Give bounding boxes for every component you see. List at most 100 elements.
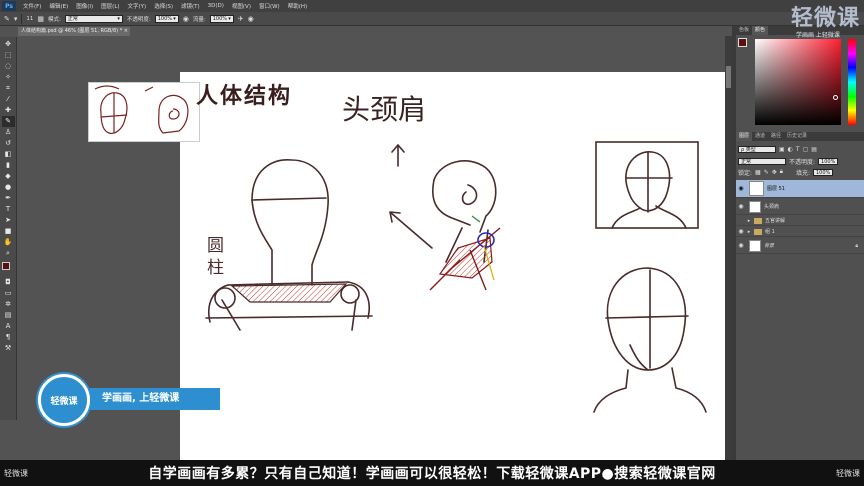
history-brush-icon[interactable]: ↺	[2, 138, 15, 149]
filter-smart-icon[interactable]: ▤	[811, 146, 817, 153]
caret-right-icon[interactable]: ▸	[746, 229, 752, 235]
tab-color[interactable]: 颜色	[752, 26, 769, 35]
pen-tool-icon[interactable]: ✒	[2, 193, 15, 204]
hue-slider[interactable]	[848, 39, 856, 125]
menu-image[interactable]: 图像(I)	[72, 2, 97, 10]
tool-presets-icon[interactable]: ⚒	[2, 343, 15, 354]
canvas[interactable]	[180, 72, 730, 460]
dropdown-arrow-icon[interactable]: ▾	[14, 15, 18, 23]
lock-brush-icon[interactable]: ✎	[764, 169, 769, 176]
flow-field[interactable]: 100% ▾	[209, 14, 234, 23]
gradient-tool-icon[interactable]: ▮	[2, 160, 15, 171]
fill-field[interactable]: 100%	[813, 168, 833, 176]
brush-tool-icon[interactable]: ✎	[4, 15, 10, 23]
watermark-logo: 轻微课	[791, 6, 861, 31]
layer-row[interactable]: ◉ 头颈肩	[736, 199, 864, 215]
type-tool-icon[interactable]: T	[2, 204, 15, 215]
tab-paths[interactable]: 路径	[768, 132, 784, 141]
layer-kind-filter[interactable]: ρ 类型	[738, 145, 776, 153]
menu-3d[interactable]: 3D(D)	[204, 3, 228, 9]
dodge-tool-icon[interactable]: ●	[2, 182, 15, 193]
menu-edit[interactable]: 编辑(E)	[45, 2, 72, 10]
extra-tool-icon[interactable]: ✲	[2, 299, 15, 310]
caret-right-icon[interactable]: ▸	[746, 218, 752, 224]
stack-tool-icon[interactable]: ▤	[2, 310, 15, 321]
blend-mode-select[interactable]: 正常	[738, 157, 786, 165]
filter-pixel-icon[interactable]: ▣	[779, 146, 785, 153]
filter-adjust-icon[interactable]: ◐	[788, 146, 793, 153]
marquee-tool-icon[interactable]: ⬚	[2, 50, 15, 61]
screen-mode-icon[interactable]: ▭	[2, 288, 15, 299]
opacity-field[interactable]: 100% ▾	[154, 14, 179, 23]
layer-row[interactable]: ◉ 图层 51	[736, 180, 864, 198]
canvas-label-cylinder: 圆柱	[207, 236, 224, 278]
tab-layers[interactable]: 图层	[736, 132, 753, 141]
filter-type-icon[interactable]: T	[796, 146, 800, 153]
tab-swatches[interactable]: 色板	[736, 26, 752, 35]
eyedropper-tool-icon[interactable]: ⁄	[2, 94, 15, 105]
move-tool-icon[interactable]: ✥	[2, 39, 15, 50]
color-picker-marker[interactable]	[833, 95, 838, 100]
path-select-tool-icon[interactable]: ➤	[2, 215, 15, 226]
menu-file[interactable]: 文件(F)	[19, 2, 45, 10]
vertical-scrollbar[interactable]	[725, 36, 732, 460]
toolbox: ✥ ⬚ ◌ ✧ ⌗ ⁄ ✚ ✎ ♙ ↺ ◧ ▮ ◆ ● ✒ T ➤ ■ ✋ ⌕ …	[0, 37, 17, 420]
scrollbar-thumb[interactable]	[726, 66, 731, 88]
layer-opacity-field[interactable]: 100%	[818, 157, 839, 165]
stamp-tool-icon[interactable]: ♙	[2, 127, 15, 138]
layer-group-row[interactable]: ◉ ▸ 组 1	[736, 227, 864, 237]
hand-tool-icon[interactable]: ✋	[2, 237, 15, 248]
menu-select[interactable]: 选择(S)	[150, 2, 177, 10]
lock-all-icon[interactable]: 🔒︎	[780, 168, 783, 176]
lock-move-icon[interactable]: ✥	[772, 169, 777, 176]
lasso-tool-icon[interactable]: ◌	[2, 61, 15, 72]
document-tab[interactable]: 人体结构篇.psd @ 46% (图层 51, RGB/8) * ×	[18, 27, 130, 36]
menu-layer[interactable]: 图层(L)	[97, 2, 123, 10]
menu-window[interactable]: 窗口(W)	[255, 2, 284, 10]
brush-tool-icon[interactable]: ✎	[1, 116, 15, 127]
menu-filter[interactable]: 滤镜(T)	[177, 2, 204, 10]
blur-tool-icon[interactable]: ◆	[2, 171, 15, 182]
menu-help[interactable]: 帮助(H)	[284, 2, 311, 10]
divider	[21, 13, 23, 24]
foreground-swatch[interactable]	[738, 38, 747, 47]
quick-mask-icon[interactable]: ◘	[2, 277, 15, 288]
pressure-size-icon[interactable]: ◉	[248, 15, 254, 23]
lock-transparent-icon[interactable]: ▦	[755, 169, 761, 176]
character-panel-icon[interactable]: A	[2, 321, 15, 332]
filter-shape-icon[interactable]: ▢	[803, 146, 809, 153]
brush-size-value[interactable]: 11	[26, 16, 33, 22]
eye-icon[interactable]: ◉	[736, 203, 746, 210]
zoom-tool-icon[interactable]: ⌕	[2, 248, 15, 259]
foreground-color-chip[interactable]	[2, 262, 10, 270]
airbrush-icon[interactable]: ✈	[238, 15, 244, 23]
tab-history[interactable]: 历史记录	[784, 132, 810, 141]
mode-select[interactable]: 正常 ▾	[64, 14, 123, 23]
shape-tool-icon[interactable]: ■	[2, 226, 15, 237]
color-chips[interactable]	[1, 261, 15, 275]
brush-panel-icon[interactable]: ▦	[37, 15, 44, 23]
tab-channels[interactable]: 通道	[752, 132, 768, 141]
healing-tool-icon[interactable]: ✚	[2, 105, 15, 116]
quick-select-tool-icon[interactable]: ✧	[2, 72, 15, 83]
eraser-tool-icon[interactable]: ◧	[2, 149, 15, 160]
eye-icon[interactable]: ◉	[736, 185, 746, 192]
color-picker-field[interactable]	[755, 39, 841, 125]
mode-label: 模式:	[48, 16, 61, 23]
layers-panel-tabs: 图层 通道 路径 历史记录	[736, 132, 864, 141]
paragraph-panel-icon[interactable]: ¶	[2, 332, 15, 343]
watermark-slogan: 学画画 上轻微课	[796, 32, 840, 39]
eye-icon[interactable]: ◉	[736, 228, 746, 235]
layer-row[interactable]: ◉ 背景 🔒︎	[736, 238, 864, 254]
layer-group-row[interactable]: ▸ 五官讲解	[736, 216, 864, 226]
chevron-down-icon: ▾	[173, 15, 176, 22]
menu-type[interactable]: 文字(Y)	[124, 2, 151, 10]
pressure-opacity-icon[interactable]: ◉	[183, 15, 189, 23]
close-icon[interactable]: ×	[124, 27, 128, 36]
banner-logo-left: 轻微课	[4, 468, 28, 478]
eye-icon[interactable]: ◉	[736, 242, 746, 249]
menu-view[interactable]: 视图(V)	[228, 2, 255, 10]
crop-tool-icon[interactable]: ⌗	[2, 83, 15, 94]
menu-bar: Ps 文件(F) 编辑(E) 图像(I) 图层(L) 文字(Y) 选择(S) 滤…	[0, 0, 864, 12]
canvas-title-main: 人体结构	[196, 83, 293, 109]
